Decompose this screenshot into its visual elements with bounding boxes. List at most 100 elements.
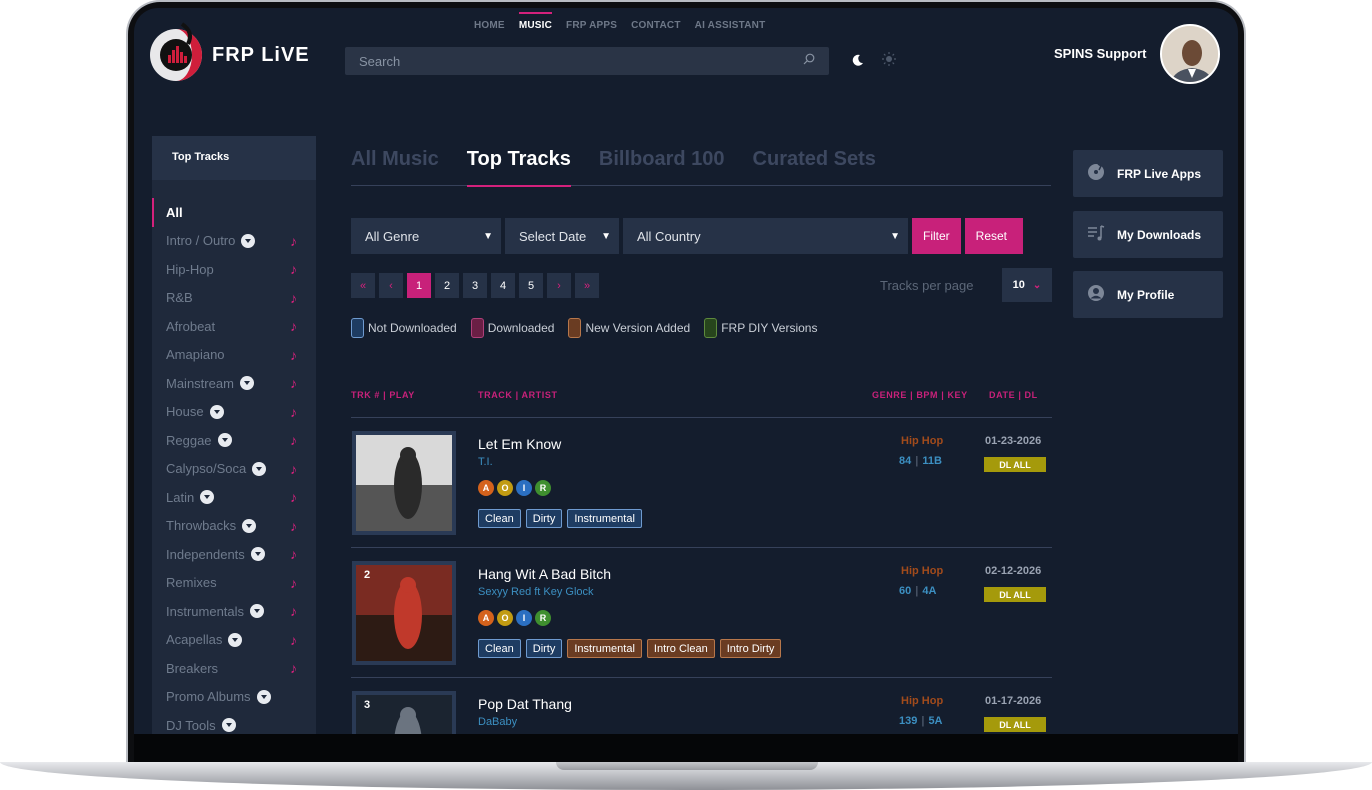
music-note-icon[interactable]: ♪ — [290, 233, 297, 249]
version-button[interactable]: Intro Clean — [646, 639, 715, 658]
sidebar-item[interactable]: Afrobeat ♪ — [152, 312, 316, 341]
music-note-icon[interactable]: ♪ — [290, 489, 297, 505]
sun-icon[interactable] — [882, 52, 896, 71]
chevron-down-icon[interactable] — [209, 404, 224, 419]
sidebar-item[interactable]: Instrumentals ♪ — [152, 597, 316, 626]
chevron-down-icon[interactable] — [242, 518, 257, 533]
track-title[interactable]: Let Em Know — [478, 436, 561, 452]
music-note-icon[interactable]: ♪ — [290, 546, 297, 562]
track-artist[interactable]: Sexyy Red ft Key Glock — [478, 586, 594, 598]
sidebar-item[interactable]: Throwbacks ♪ — [152, 512, 316, 541]
chevron-down-icon[interactable] — [200, 490, 215, 505]
music-note-icon[interactable]: ♪ — [290, 603, 297, 619]
track-title[interactable]: Hang Wit A Bad Bitch — [478, 566, 611, 582]
sidebar-item[interactable]: Intro / Outro ♪ — [152, 227, 316, 256]
chevron-down-icon[interactable] — [250, 604, 265, 619]
music-note-icon[interactable]: ♪ — [290, 261, 297, 277]
sidebar-item[interactable]: R&B ♪ — [152, 284, 316, 313]
chevron-down-icon[interactable] — [252, 461, 267, 476]
frp-live-apps-button[interactable]: FRP Live Apps — [1073, 150, 1223, 197]
album-art[interactable]: 2 — [352, 561, 456, 665]
sidebar-item[interactable]: Reggae ♪ — [152, 426, 316, 455]
version-badge[interactable]: R — [535, 610, 551, 626]
music-note-icon[interactable]: ♪ — [290, 404, 297, 420]
nav-frp-apps[interactable]: FRP APPS — [566, 20, 617, 31]
sidebar-item[interactable]: Breakers ♪ — [152, 654, 316, 683]
sidebar-item[interactable]: House ♪ — [152, 398, 316, 427]
music-note-icon[interactable]: ♪ — [290, 518, 297, 534]
page-button[interactable]: 2 — [435, 273, 459, 298]
nav-music[interactable]: MUSIC — [518, 12, 553, 31]
tab-top-tracks[interactable]: Top Tracks — [466, 148, 572, 187]
music-note-icon[interactable]: ♪ — [290, 318, 297, 334]
version-button[interactable]: Clean — [478, 509, 521, 528]
nav-contact[interactable]: CONTACT — [631, 20, 681, 31]
version-button[interactable]: Dirty — [525, 509, 563, 528]
sidebar-item[interactable]: Calypso/Soca ♪ — [152, 455, 316, 484]
last-page-button[interactable]: » — [575, 273, 599, 298]
music-note-icon[interactable]: ♪ — [290, 432, 297, 448]
tab-billboard-100[interactable]: Billboard 100 — [599, 148, 725, 186]
version-button[interactable]: Instrumental — [567, 509, 642, 528]
music-note-icon[interactable]: ♪ — [290, 290, 297, 306]
page-button[interactable]: 5 — [519, 273, 543, 298]
music-note-icon[interactable]: ♪ — [290, 347, 297, 363]
track-artist[interactable]: DaBaby — [478, 716, 517, 728]
sidebar-item[interactable]: Remixes ♪ — [152, 569, 316, 598]
sidebar-item[interactable]: Mainstream ♪ — [152, 369, 316, 398]
first-page-button[interactable]: « — [351, 273, 375, 298]
chevron-down-icon[interactable] — [239, 376, 254, 391]
chevron-down-icon[interactable] — [250, 547, 265, 562]
version-button[interactable]: Clean — [478, 639, 521, 658]
version-badge[interactable]: I — [516, 610, 532, 626]
version-badge[interactable]: O — [497, 480, 513, 496]
reset-button[interactable]: Reset — [964, 218, 1024, 254]
version-button[interactable]: Intro Dirty — [719, 639, 782, 658]
chevron-down-icon[interactable] — [217, 433, 232, 448]
sidebar-item[interactable]: Hip-Hop ♪ — [152, 255, 316, 284]
search-icon[interactable] — [803, 52, 815, 70]
album-art[interactable]: 3 — [352, 691, 456, 734]
version-button[interactable]: Instrumental — [567, 639, 642, 658]
version-badge[interactable]: I — [516, 480, 532, 496]
music-note-icon[interactable]: ♪ — [290, 575, 297, 591]
tracks-per-page-select[interactable]: 10 ⌄ — [1002, 268, 1052, 302]
nav-home[interactable]: HOME — [474, 20, 505, 31]
version-badge[interactable]: R — [535, 480, 551, 496]
avatar[interactable] — [1160, 24, 1220, 84]
chevron-down-icon[interactable] — [221, 718, 236, 733]
version-button[interactable]: Dirty — [525, 639, 563, 658]
music-note-icon[interactable]: ♪ — [290, 375, 297, 391]
download-all-button[interactable]: DL ALL — [984, 587, 1046, 602]
next-page-button[interactable]: › — [547, 273, 571, 298]
page-button[interactable]: 4 — [491, 273, 515, 298]
logo[interactable]: FRP LiVE — [148, 22, 310, 88]
moon-icon[interactable] — [852, 53, 864, 71]
genre-select[interactable]: All Genre ▼ — [351, 218, 501, 254]
tab-all-music[interactable]: All Music — [351, 148, 439, 186]
chevron-down-icon[interactable] — [241, 233, 256, 248]
filter-button[interactable]: Filter — [912, 218, 961, 254]
version-badge[interactable]: O — [497, 610, 513, 626]
track-title[interactable]: Pop Dat Thang — [478, 696, 572, 712]
sidebar-item[interactable]: Acapellas ♪ — [152, 626, 316, 655]
nav-ai-assistant[interactable]: AI ASSISTANT — [695, 20, 766, 31]
music-note-icon[interactable]: ♪ — [290, 461, 297, 477]
date-select[interactable]: Select Date ▼ — [505, 218, 619, 254]
sidebar-item[interactable]: Promo Albums — [152, 683, 316, 712]
user-name[interactable]: SPINS Support — [1054, 46, 1146, 61]
page-button[interactable]: 3 — [463, 273, 487, 298]
sidebar-item[interactable]: Independents ♪ — [152, 540, 316, 569]
album-art[interactable] — [352, 431, 456, 535]
music-note-icon[interactable]: ♪ — [290, 660, 297, 676]
music-note-icon[interactable]: ♪ — [290, 632, 297, 648]
download-all-button[interactable]: DL ALL — [984, 457, 1046, 472]
chevron-down-icon[interactable] — [256, 689, 271, 704]
search-input[interactable] — [359, 53, 759, 69]
chevron-down-icon[interactable] — [228, 632, 243, 647]
tab-curated-sets[interactable]: Curated Sets — [753, 148, 876, 186]
my-profile-button[interactable]: My Profile — [1073, 271, 1223, 318]
sidebar-item[interactable]: DJ Tools — [152, 711, 316, 734]
prev-page-button[interactable]: ‹ — [379, 273, 403, 298]
my-downloads-button[interactable]: My Downloads — [1073, 211, 1223, 258]
